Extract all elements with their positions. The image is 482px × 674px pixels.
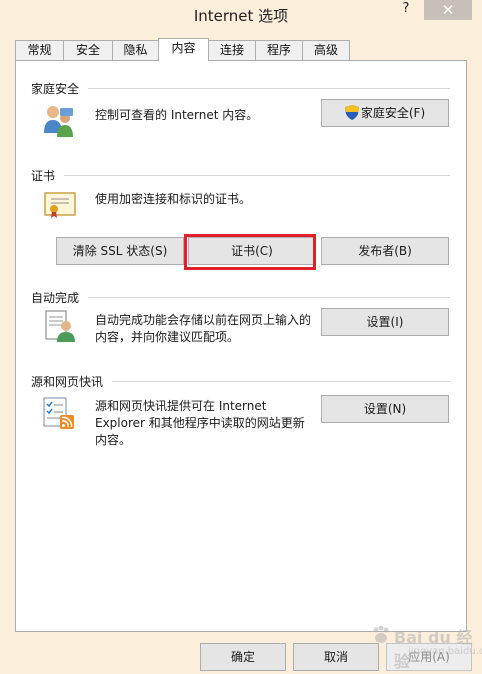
baidu-watermark: Bai du 经验 jingyan.baidu.com <box>368 622 482 672</box>
family-safety-button[interactable]: 家庭安全(F) <box>321 99 449 127</box>
certificates-divider <box>64 175 450 176</box>
autocomplete-settings-button[interactable]: 设置(I) <box>321 308 449 336</box>
publishers-button[interactable]: 发布者(B) <box>321 237 449 265</box>
tab-general[interactable]: 常规 <box>15 40 64 60</box>
help-button[interactable]: ? <box>391 0 421 20</box>
rss-feed-icon <box>42 397 76 434</box>
watermark-subtext: jingyan.baidu.com <box>408 646 482 657</box>
family-safety-button-label: 家庭安全(F) <box>360 106 426 120</box>
family-safety-heading: 家庭安全 <box>31 82 80 96</box>
feeds-settings-button[interactable]: 设置(N) <box>321 395 449 423</box>
title-bar: Internet 选项 ? ✕ <box>0 0 482 30</box>
feeds-description-line3: 内容。 <box>95 433 132 447</box>
close-button[interactable]: ✕ <box>424 0 472 20</box>
certificates-description: 使用加密连接和标识的证书。 <box>95 192 252 206</box>
content-tab-panel: 家庭安全 控制可查看的 Internet 内容。 家庭安全(F) 证书 使用加密… <box>15 60 467 632</box>
autocomplete-form-icon <box>44 309 76 346</box>
clear-ssl-state-button[interactable]: 清除 SSL 状态(S) <box>56 237 184 265</box>
tab-content[interactable]: 内容 <box>158 38 209 61</box>
tab-programs[interactable]: 程序 <box>255 40 303 60</box>
baidu-paw-icon <box>373 625 389 643</box>
tab-security[interactable]: 安全 <box>63 40 113 60</box>
tab-advanced[interactable]: 高级 <box>302 40 350 60</box>
certificate-icon <box>44 191 76 222</box>
family-users-icon <box>40 103 76 142</box>
autocomplete-heading: 自动完成 <box>31 291 80 305</box>
feeds-divider <box>112 381 450 382</box>
family-safety-description: 控制可查看的 Internet 内容。 <box>95 108 259 122</box>
certificates-highlight-box <box>184 234 316 270</box>
tab-connections[interactable]: 连接 <box>208 40 256 60</box>
uac-shield-icon <box>344 103 359 129</box>
tab-privacy[interactable]: 隐私 <box>112 40 159 60</box>
certificates-heading: 证书 <box>31 169 56 183</box>
family-safety-divider <box>88 88 450 89</box>
cancel-button[interactable]: 取消 <box>293 643 379 671</box>
autocomplete-divider <box>88 297 450 298</box>
tab-strip: 常规 安全 隐私 内容 连接 程序 高级 <box>15 38 475 61</box>
autocomplete-description-line2: 内容，并向你建议匹配项。 <box>95 330 240 344</box>
feeds-heading: 源和网页快讯 <box>31 375 104 389</box>
ok-button[interactable]: 确定 <box>200 643 286 671</box>
